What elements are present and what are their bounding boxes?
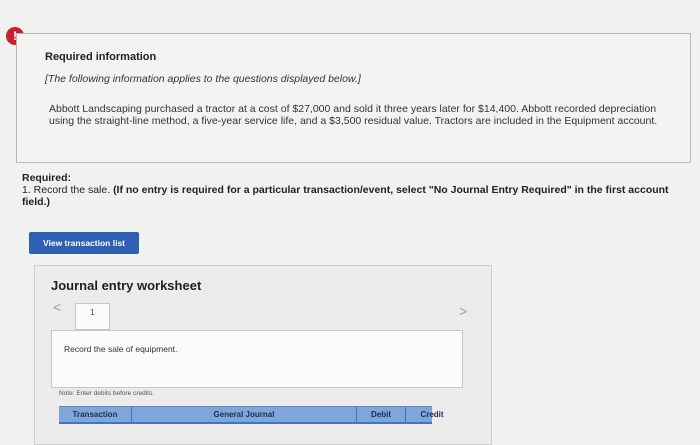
required-section: Required: 1. Record the sale. (If no ent… bbox=[22, 172, 690, 208]
journal-table-header: Transaction General Journal Debit Credit bbox=[59, 406, 444, 424]
view-transaction-list-button[interactable]: View transaction list bbox=[29, 232, 139, 254]
page-tab-1[interactable]: 1 bbox=[75, 303, 110, 330]
required-item: 1. Record the sale. bbox=[22, 184, 111, 196]
worksheet-title: Journal entry worksheet bbox=[51, 278, 202, 293]
column-header-debit: Debit bbox=[357, 407, 406, 423]
info-body: Abbott Landscaping purchased a tractor a… bbox=[49, 103, 658, 127]
entry-description: Record the sale of equipment. bbox=[64, 344, 178, 354]
info-subtitle: [The following information applies to th… bbox=[45, 73, 361, 85]
column-header-general-journal: General Journal bbox=[132, 407, 357, 423]
column-header-transaction: Transaction bbox=[59, 407, 132, 423]
journal-entry-worksheet: Journal entry worksheet < 1 > Record the… bbox=[34, 265, 492, 445]
column-header-credit: Credit bbox=[420, 410, 444, 419]
required-information-panel: Required information [The following info… bbox=[16, 33, 691, 163]
required-instructions: 1. Record the sale. (If no entry is requ… bbox=[22, 184, 690, 208]
required-label: Required: bbox=[22, 172, 72, 184]
info-title: Required information bbox=[45, 51, 157, 63]
worksheet-note: Note: Enter debits before credits. bbox=[59, 390, 155, 397]
required-instruction: (If no entry is required for a particula… bbox=[22, 184, 669, 208]
entry-description-box: Record the sale of equipment. bbox=[51, 330, 463, 388]
chevron-left-icon[interactable]: < bbox=[53, 299, 61, 315]
chevron-right-icon[interactable]: > bbox=[459, 303, 467, 319]
